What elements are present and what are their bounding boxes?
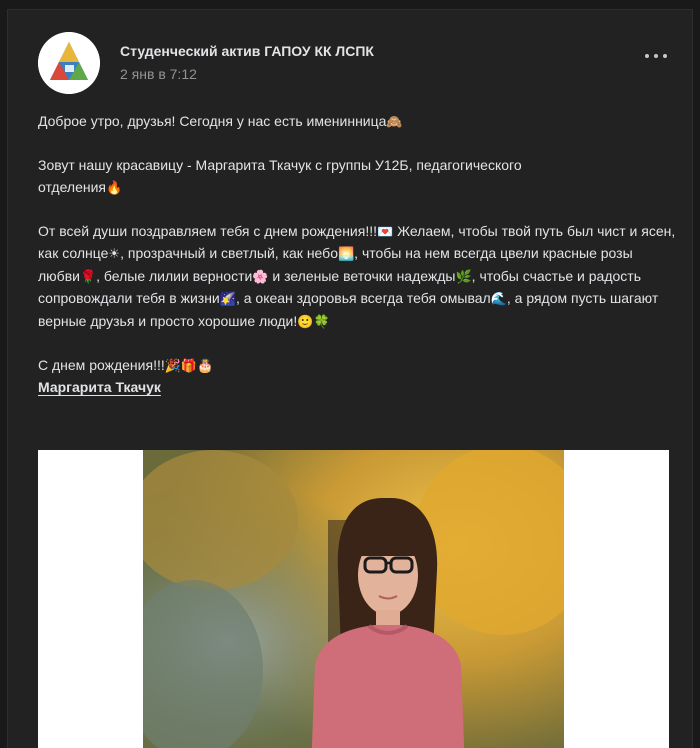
shooting-star-emoji-icon: 🌠	[219, 292, 236, 307]
text-segment: и зеленые веточки надежды	[268, 267, 456, 284]
party-gift-cake-emoji-icon: 🎉🎁🎂	[164, 358, 214, 374]
text-segment: Доброе утро, друзья! Сегодня у нас есть …	[38, 113, 387, 129]
wishes-paragraph: От всей души поздравляем тебя с днем рож…	[38, 221, 678, 334]
text-segment: , прозрачный и светлый, как небо	[120, 245, 338, 261]
love-letter-emoji-icon: 💌	[377, 224, 394, 240]
text-segment: Зовут нашу красавицу - Маргарита Ткачук …	[38, 157, 522, 173]
smile-emoji-icon: 🙂	[297, 314, 314, 330]
photo-attachment	[38, 450, 669, 748]
fire-emoji-icon: 🔥	[106, 180, 123, 196]
greeting-line: Доброе утро, друзья! Сегодня у нас есть …	[38, 111, 678, 134]
triangle-logo-icon	[38, 32, 100, 94]
congrats-line: С днем рождения!!!🎉🎁🎂	[38, 355, 678, 378]
post-header: Студенческий актив ГАПОУ КК ЛСПК 2 янв в…	[38, 32, 668, 96]
text-segment: , а океан здоровья всегда тебя омывал	[235, 290, 491, 306]
post-timestamp[interactable]: 2 янв в 7:12	[120, 66, 197, 82]
blossom-emoji-icon: 🌸	[252, 269, 269, 285]
monkey-emoji-icon: 🙈	[386, 115, 403, 130]
sun-emoji-icon: ☀	[108, 247, 121, 262]
text-segment: отделения	[38, 178, 107, 195]
clover-emoji-icon: 🍀	[313, 314, 330, 330]
intro-paragraph: Зовут нашу красавицу - Маргарита Ткачук …	[38, 155, 678, 199]
sunrise-emoji-icon: 🌅	[337, 247, 355, 262]
rose-emoji-icon: 🌹	[79, 269, 97, 285]
portrait-photo	[143, 450, 564, 748]
text-segment: С днем рождения!!!	[38, 356, 165, 373]
avatar[interactable]	[38, 32, 100, 94]
mention-link[interactable]: Маргарита Ткачук	[38, 379, 161, 395]
more-horizontal-icon[interactable]	[644, 48, 668, 64]
text-segment: От всей души поздравляем тебя с днем рож…	[38, 222, 378, 239]
text-segment: , белые лилии верности	[96, 267, 253, 284]
herb-emoji-icon: 🌿	[455, 269, 472, 285]
post-photo[interactable]	[143, 450, 564, 748]
post-text: Доброе утро, друзья! Сегодня у нас есть …	[38, 111, 678, 399]
post-card: Студенческий актив ГАПОУ КК ЛСПК 2 янв в…	[7, 9, 693, 748]
wave-emoji-icon: 🌊	[490, 292, 507, 307]
author-name[interactable]: Студенческий актив ГАПОУ КК ЛСПК	[120, 43, 374, 59]
